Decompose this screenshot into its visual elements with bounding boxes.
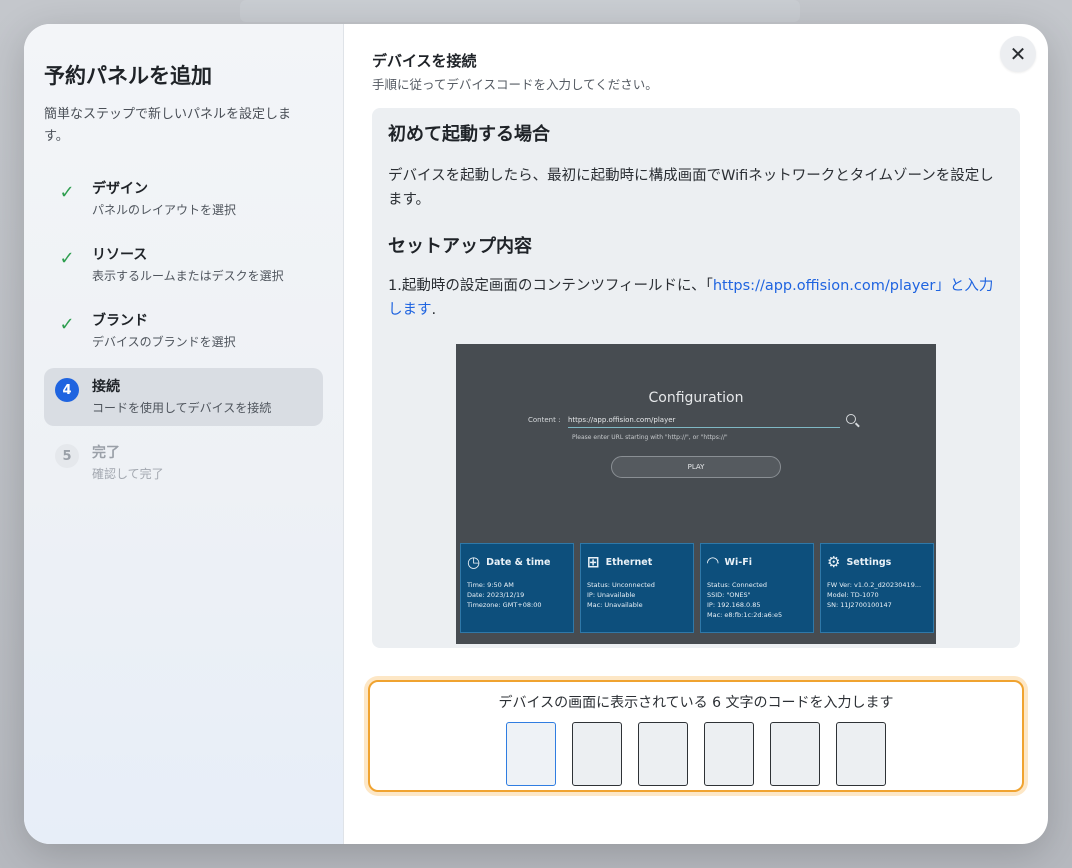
step-description: 表示するルームまたはデスクを選択 <box>92 269 284 283</box>
first-boot-text: デバイスを起動したら、最初に起動時に構成画面でWifiネットワークとタイムゾーン… <box>388 168 994 208</box>
check-icon: ✓ <box>59 313 75 335</box>
url-hint: Please enter URL starting with "http://"… <box>572 434 728 441</box>
device-configuration-screenshot: Configuration Content : https://app.offi… <box>456 344 936 644</box>
tile-title: Settings <box>846 556 892 568</box>
wizard-sidebar: 予約パネルを追加 簡単なステップで新しいパネルを設定します。 ✓ デザイン パネ… <box>24 24 344 844</box>
wizard-steps: ✓ デザイン パネルのレイアウトを選択 ✓ リソース 表示するルームまたはデスク… <box>44 170 323 492</box>
code-cell-4[interactable] <box>704 722 754 786</box>
ethernet-icon: ⊞ <box>587 553 600 571</box>
tile-date-time: ◷ Date & time Time: 9:50 AM Date: 2023/12… <box>460 543 574 633</box>
code-cell-5[interactable] <box>770 722 820 786</box>
dialog-subtitle: 簡単なステップで新しいパネルを設定します。 <box>44 107 292 144</box>
tile-line: Timezone: GMT+08:00 <box>467 601 542 609</box>
code-cell-6[interactable] <box>836 722 886 786</box>
section-hint: 手順に従ってデバイスコードを入力してください。 <box>372 77 658 92</box>
step-title: ブランド <box>92 313 148 329</box>
step-title: 完了 <box>92 445 120 461</box>
code-cell-3[interactable] <box>638 722 688 786</box>
step-description: パネルのレイアウトを選択 <box>92 203 237 217</box>
gear-icon: ⚙ <box>827 553 841 571</box>
step-title: リソース <box>92 247 148 263</box>
tile-line: IP: 192.168.0.85 <box>707 601 761 609</box>
tile-wifi: ◠ Wi-Fi Status: Connected SSID: "ONES" IP… <box>700 543 814 633</box>
content-label: Content : <box>528 416 561 424</box>
first-boot-heading: 初めて起動する場合 <box>388 124 550 145</box>
step-resource[interactable]: ✓ リソース 表示するルームまたはデスクを選択 <box>44 236 323 294</box>
check-icon: ✓ <box>59 181 75 203</box>
instructions-box: 初めて起動する場合 デバイスを起動したら、最初に起動時に構成画面でWifiネット… <box>372 108 1020 648</box>
close-icon: ✕ <box>1009 43 1027 66</box>
clock-icon: ◷ <box>467 553 481 571</box>
step-description: コードを使用してデバイスを接続 <box>92 401 272 415</box>
tile-line: FW Ver: v1.0.2_d20230419... <box>827 581 922 589</box>
code-prompt: デバイスの画面に表示されている 6 文字のコードを入力します <box>498 695 894 711</box>
tile-line: SSID: "ONES" <box>707 591 751 599</box>
step-number-badge: 5 <box>55 444 79 468</box>
step-title: 接続 <box>92 379 120 395</box>
code-cells <box>370 722 1022 786</box>
background-toolbar <box>240 0 800 22</box>
close-button[interactable]: ✕ <box>1000 36 1036 72</box>
tile-line: IP: Unavailable <box>587 591 636 599</box>
tile-line: SN: 11J2700100147 <box>827 601 892 609</box>
tile-line: Mac: Unavailable <box>587 601 643 609</box>
section-title: デバイスを接続 <box>372 52 477 70</box>
configuration-title: Configuration <box>648 390 744 406</box>
tile-line: Status: Connected <box>707 581 767 589</box>
dialog-title: 予約パネルを追加 <box>44 64 212 88</box>
tile-ethernet: ⊞ Ethernet Status: Unconnected IP: Unavai… <box>580 543 694 633</box>
setup-text-after: . <box>431 302 437 318</box>
tile-line: Date: 2023/12/19 <box>467 591 525 599</box>
tile-title: Date & time <box>486 556 551 568</box>
tile-settings: ⚙ Settings FW Ver: v1.0.2_d20230419... Mo… <box>820 543 934 633</box>
code-cell-1[interactable] <box>506 722 556 786</box>
tile-line: Mac: e8:fb:1c:2d:a6:e5 <box>707 611 783 619</box>
check-icon: ✓ <box>59 247 75 269</box>
play-button: PLAY <box>611 456 781 478</box>
step-brand[interactable]: ✓ ブランド デバイスのブランドを選択 <box>44 302 323 360</box>
connect-panel: ✕ デバイスを接続 手順に従ってデバイスコードを入力してください。 初めて起動す… <box>344 24 1048 844</box>
step-complete: 5 完了 確認して完了 <box>44 434 323 492</box>
tile-title: Ethernet <box>605 556 653 568</box>
status-tiles: ◷ Date & time Time: 9:50 AM Date: 2023/12… <box>460 543 934 633</box>
tile-line: Model: TD-1070 <box>827 591 879 599</box>
code-cell-2[interactable] <box>572 722 622 786</box>
add-panel-dialog: 予約パネルを追加 簡単なステップで新しいパネルを設定します。 ✓ デザイン パネ… <box>24 24 1048 844</box>
content-url-field: https://app.offision.com/player <box>568 414 840 428</box>
tile-title: Wi-Fi <box>724 556 752 568</box>
step-description: デバイスのブランドを選択 <box>92 335 236 349</box>
step-connect[interactable]: 4 接続 コードを使用してデバイスを接続 <box>44 368 323 426</box>
setup-heading: セットアップ内容 <box>388 236 532 257</box>
setup-text-before: 1.起動時の設定画面のコンテンツフィールドに、「 <box>388 278 713 294</box>
tile-line: Status: Unconnected <box>587 581 655 589</box>
step-number-badge: 4 <box>55 378 79 402</box>
search-icon <box>846 414 856 424</box>
step-title: デザイン <box>92 181 148 197</box>
device-code-entry: デバイスの画面に表示されている 6 文字のコードを入力します <box>368 680 1024 792</box>
step-description: 確認して完了 <box>92 467 164 481</box>
tile-line: Time: 9:50 AM <box>467 581 514 589</box>
wifi-icon: ◠ <box>707 553 719 571</box>
step-design[interactable]: ✓ デザイン パネルのレイアウトを選択 <box>44 170 323 228</box>
setup-text: 1.起動時の設定画面のコンテンツフィールドに、「https://app.offi… <box>388 274 1004 322</box>
